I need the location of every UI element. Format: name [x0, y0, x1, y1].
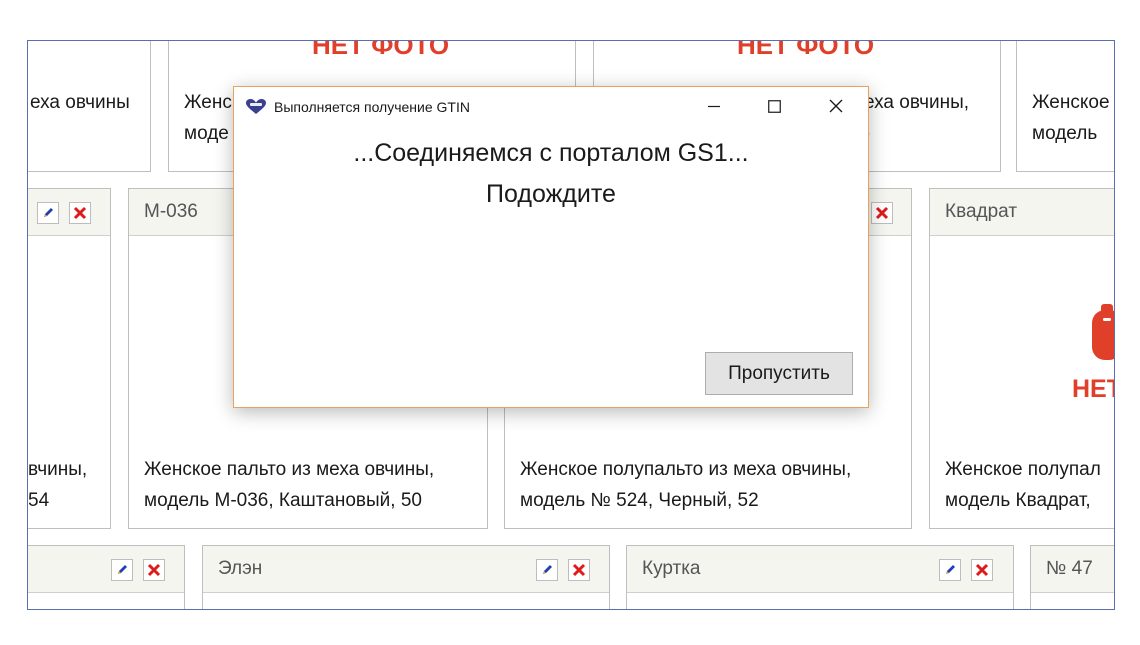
edit-pencil-icon — [543, 565, 552, 574]
product-card[interactable]: вчины, 54 — [28, 188, 111, 529]
product-description: еха овчины — [30, 92, 130, 113]
app-heart-icon — [246, 99, 266, 114]
delete-button[interactable] — [69, 202, 91, 224]
card-header — [28, 546, 184, 593]
close-button[interactable] — [816, 91, 856, 121]
edit-button[interactable] — [536, 559, 558, 581]
product-card[interactable]: еха овчины — [28, 41, 151, 172]
delete-x-icon — [975, 563, 989, 577]
card-title: № 47 — [1046, 558, 1093, 579]
card-title: Элэн — [218, 558, 263, 579]
product-description: вчины, 54 — [28, 459, 88, 511]
product-card[interactable] — [28, 545, 185, 609]
card-header: № 47 — [1031, 546, 1114, 593]
product-card[interactable]: № 47 — [1030, 545, 1114, 609]
card-header — [28, 189, 110, 236]
maximize-icon — [767, 99, 781, 113]
dialog-titlebar[interactable]: Выполняется получение GTIN — [234, 87, 868, 127]
edit-button[interactable] — [37, 202, 59, 224]
close-icon — [829, 99, 843, 113]
product-description: Женское полупальто из меха овчины, модел… — [520, 459, 852, 511]
card-header: Куртка — [627, 546, 1013, 593]
product-card[interactable]: Женское модель — [1016, 41, 1114, 172]
minimize-button[interactable] — [694, 91, 734, 121]
edit-button[interactable] — [111, 559, 133, 581]
no-photo-placeholder-icon — [1092, 304, 1114, 360]
wait-message: Подождите — [486, 180, 616, 208]
card-title: Куртка — [642, 558, 701, 579]
product-card[interactable]: Квадрат НЕТ Женское полупал модель Квадр… — [929, 188, 1114, 529]
no-photo-label: НЕТ ФОТО — [737, 40, 875, 60]
delete-button[interactable] — [568, 559, 590, 581]
delete-x-icon — [875, 206, 889, 220]
skip-button[interactable]: Пропустить — [705, 352, 853, 395]
no-photo-label: НЕТ — [1072, 375, 1114, 403]
card-header: Элэн — [203, 546, 609, 593]
product-description: еха овчины, ) — [864, 92, 970, 144]
delete-x-icon — [572, 563, 586, 577]
delete-x-icon — [147, 563, 161, 577]
card-title: М-036 — [144, 201, 198, 222]
delete-button[interactable] — [143, 559, 165, 581]
edit-pencil-icon — [118, 565, 127, 574]
edit-button[interactable] — [939, 559, 961, 581]
card-header: Квадрат — [930, 189, 1114, 236]
maximize-button[interactable] — [754, 91, 794, 121]
gtin-progress-dialog: Выполняется получение GTIN ...Соединяемс… — [233, 86, 869, 408]
no-photo-label: НЕТ ФОТО — [312, 40, 450, 60]
product-card[interactable]: Куртка — [626, 545, 1014, 609]
delete-x-icon — [73, 206, 87, 220]
delete-button[interactable] — [971, 559, 993, 581]
product-description: Женс моде — [184, 92, 232, 144]
delete-button[interactable] — [871, 202, 893, 224]
product-card[interactable]: Элэн — [202, 545, 610, 609]
edit-pencil-icon — [44, 208, 53, 217]
product-description: Женское модель — [1032, 92, 1110, 144]
minimize-icon — [708, 105, 720, 108]
edit-pencil-icon — [946, 565, 955, 574]
card-title: Квадрат — [945, 201, 1018, 222]
connecting-message: ...Соединяемся с порталом GS1... — [353, 139, 749, 167]
dialog-title: Выполняется получение GTIN — [274, 99, 470, 115]
product-description: Женское полупал модель Квадрат, — [945, 459, 1101, 511]
product-description: Женское пальто из меха овчины, модель М-… — [144, 459, 435, 511]
